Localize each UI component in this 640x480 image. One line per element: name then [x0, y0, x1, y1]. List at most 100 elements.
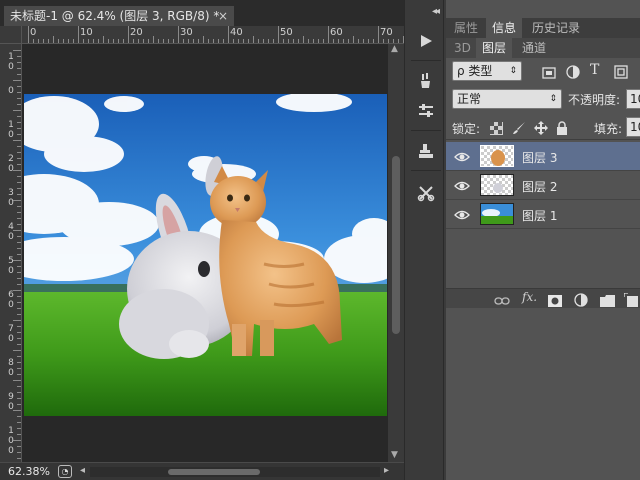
ruler-v-label: 2 0	[8, 154, 14, 174]
lock-all-icon[interactable]	[556, 120, 568, 139]
fx-icon[interactable]: fx.	[522, 290, 537, 304]
tool-presets-icon[interactable]	[413, 180, 439, 206]
lock-move-icon[interactable]	[534, 120, 548, 139]
collapse-panels-icon[interactable]: ◂◂	[432, 6, 440, 17]
filter-text-icon[interactable]: T	[590, 62, 599, 78]
ruler-tick	[263, 39, 264, 43]
ruler-tick	[28, 26, 29, 43]
ruler-h-label: 10	[80, 27, 93, 38]
document-info-icon[interactable]: ◔	[58, 465, 72, 478]
horizontal-scrollbar[interactable]	[90, 467, 380, 477]
ruler-tick	[17, 302, 21, 303]
ruler-tick	[17, 146, 21, 147]
ruler-tick	[68, 39, 69, 43]
ruler-tick	[233, 39, 234, 43]
ruler-tick	[17, 68, 21, 69]
ruler-h-label: 60	[330, 27, 343, 38]
panel-tabs-top: 属性 信息 历史记录	[446, 18, 640, 38]
horizontal-scroll-thumb[interactable]	[168, 469, 260, 475]
tab-3d[interactable]: 3D	[448, 38, 477, 58]
filter-pixel-icon[interactable]	[542, 64, 556, 83]
layer-name[interactable]: 图层 2	[522, 178, 557, 195]
filter-shape-icon[interactable]	[614, 64, 628, 83]
blend-mode-select[interactable]: 正常 ⇕	[452, 89, 562, 109]
horizontal-ruler[interactable]: 0 10 20 30 40 50 60 70	[22, 26, 404, 44]
vertical-scrollbar[interactable]: ▲ ▼	[388, 44, 404, 462]
ruler-h-label: 30	[180, 27, 193, 38]
layer-name[interactable]: 图层 1	[522, 207, 557, 224]
brush-preset-icon[interactable]	[413, 68, 439, 94]
tab-properties[interactable]: 属性	[448, 18, 484, 38]
scroll-right-icon[interactable]: ▸	[384, 465, 389, 476]
layer-row-2[interactable]: 图层 2	[446, 171, 640, 200]
ruler-tick	[17, 194, 21, 195]
ruler-tick	[17, 446, 21, 447]
ruler-tick	[17, 158, 21, 159]
eye-icon[interactable]	[454, 207, 470, 221]
document-canvas[interactable]	[24, 94, 387, 416]
layer-row-3[interactable]: 图层 3	[446, 142, 640, 171]
scroll-left-icon[interactable]: ◂	[80, 465, 85, 476]
vertical-ruler[interactable]: 1 0 0 1 0 2 0 3 0 4 0 5 0 6 0 7 0 8 0 9 0 1 0 0	[0, 44, 22, 462]
ruler-tick	[17, 116, 21, 117]
ruler-h-label: 40	[230, 27, 243, 38]
layers-panel-group: 属性 信息 历史记录 3D 图层 通道 ρ 类型 ⇕ T 正常 ⇕ 不透明度: …	[446, 0, 640, 480]
chevron-updown-icon: ⇕	[549, 94, 557, 104]
vertical-scroll-thumb[interactable]	[392, 156, 400, 334]
ruler-tick	[17, 452, 21, 453]
close-tab-icon[interactable]: ×	[218, 6, 228, 26]
lock-brush-icon[interactable]	[512, 120, 526, 139]
ruler-tick	[183, 39, 184, 43]
ruler-tick	[17, 278, 21, 279]
ruler-tick	[17, 152, 21, 153]
pasteboard	[22, 44, 388, 462]
ruler-tick	[17, 296, 21, 297]
lock-transparent-icon[interactable]	[490, 120, 503, 139]
ruler-tick	[17, 422, 21, 423]
filter-type-select[interactable]: ρ 类型 ⇕	[452, 61, 522, 81]
scroll-up-icon[interactable]: ▲	[391, 44, 398, 54]
fill-input[interactable]: 10	[626, 117, 640, 137]
ruler-tick	[17, 398, 21, 399]
ruler-v-label: 3 0	[8, 188, 14, 208]
scroll-down-icon[interactable]: ▼	[391, 450, 398, 460]
ruler-tick	[17, 182, 21, 183]
ruler-tick	[17, 332, 21, 333]
layer-name[interactable]: 图层 3	[522, 149, 557, 166]
ruler-tick	[73, 39, 74, 43]
document-tab-bar: 未标题-1 @ 62.4% (图层 3, RGB/8) * ×	[0, 0, 404, 26]
eye-icon[interactable]	[454, 178, 470, 192]
layers-panel-footer: fx.	[446, 288, 640, 308]
layer-row-1[interactable]: 图层 1	[446, 200, 640, 229]
ruler-tick	[353, 36, 354, 43]
ruler-tick	[123, 39, 124, 43]
ruler-h-label: 50	[280, 27, 293, 38]
ruler-tick	[17, 368, 21, 369]
eye-icon[interactable]	[454, 149, 470, 163]
tab-channels[interactable]: 通道	[516, 38, 552, 58]
ruler-tick	[17, 326, 21, 327]
ruler-tick	[108, 39, 109, 43]
ruler-tick	[268, 39, 269, 43]
brush-settings-icon[interactable]	[413, 98, 439, 124]
ruler-tick	[17, 212, 21, 213]
zoom-level[interactable]: 62.38%	[8, 465, 50, 478]
ruler-tick	[17, 62, 21, 63]
tab-layers[interactable]: 图层	[476, 38, 513, 58]
ruler-origin[interactable]	[0, 26, 22, 44]
ruler-tick	[13, 320, 21, 321]
opacity-input[interactable]: 10	[626, 89, 640, 109]
ruler-tick	[218, 39, 219, 43]
document-tab[interactable]: 未标题-1 @ 62.4% (图层 3, RGB/8) * ×	[4, 6, 234, 26]
ruler-tick	[17, 266, 21, 267]
ruler-tick	[17, 104, 21, 105]
ruler-tick	[17, 218, 21, 219]
ruler-tick	[398, 39, 399, 43]
clone-source-icon[interactable]	[413, 138, 439, 164]
filter-adjustment-icon[interactable]	[566, 64, 580, 83]
ruler-tick	[83, 39, 84, 43]
play-action-icon[interactable]	[413, 28, 439, 54]
tab-history[interactable]: 历史记录	[526, 18, 586, 38]
lock-label: 锁定:	[452, 122, 481, 136]
tab-info[interactable]: 信息	[486, 18, 523, 38]
